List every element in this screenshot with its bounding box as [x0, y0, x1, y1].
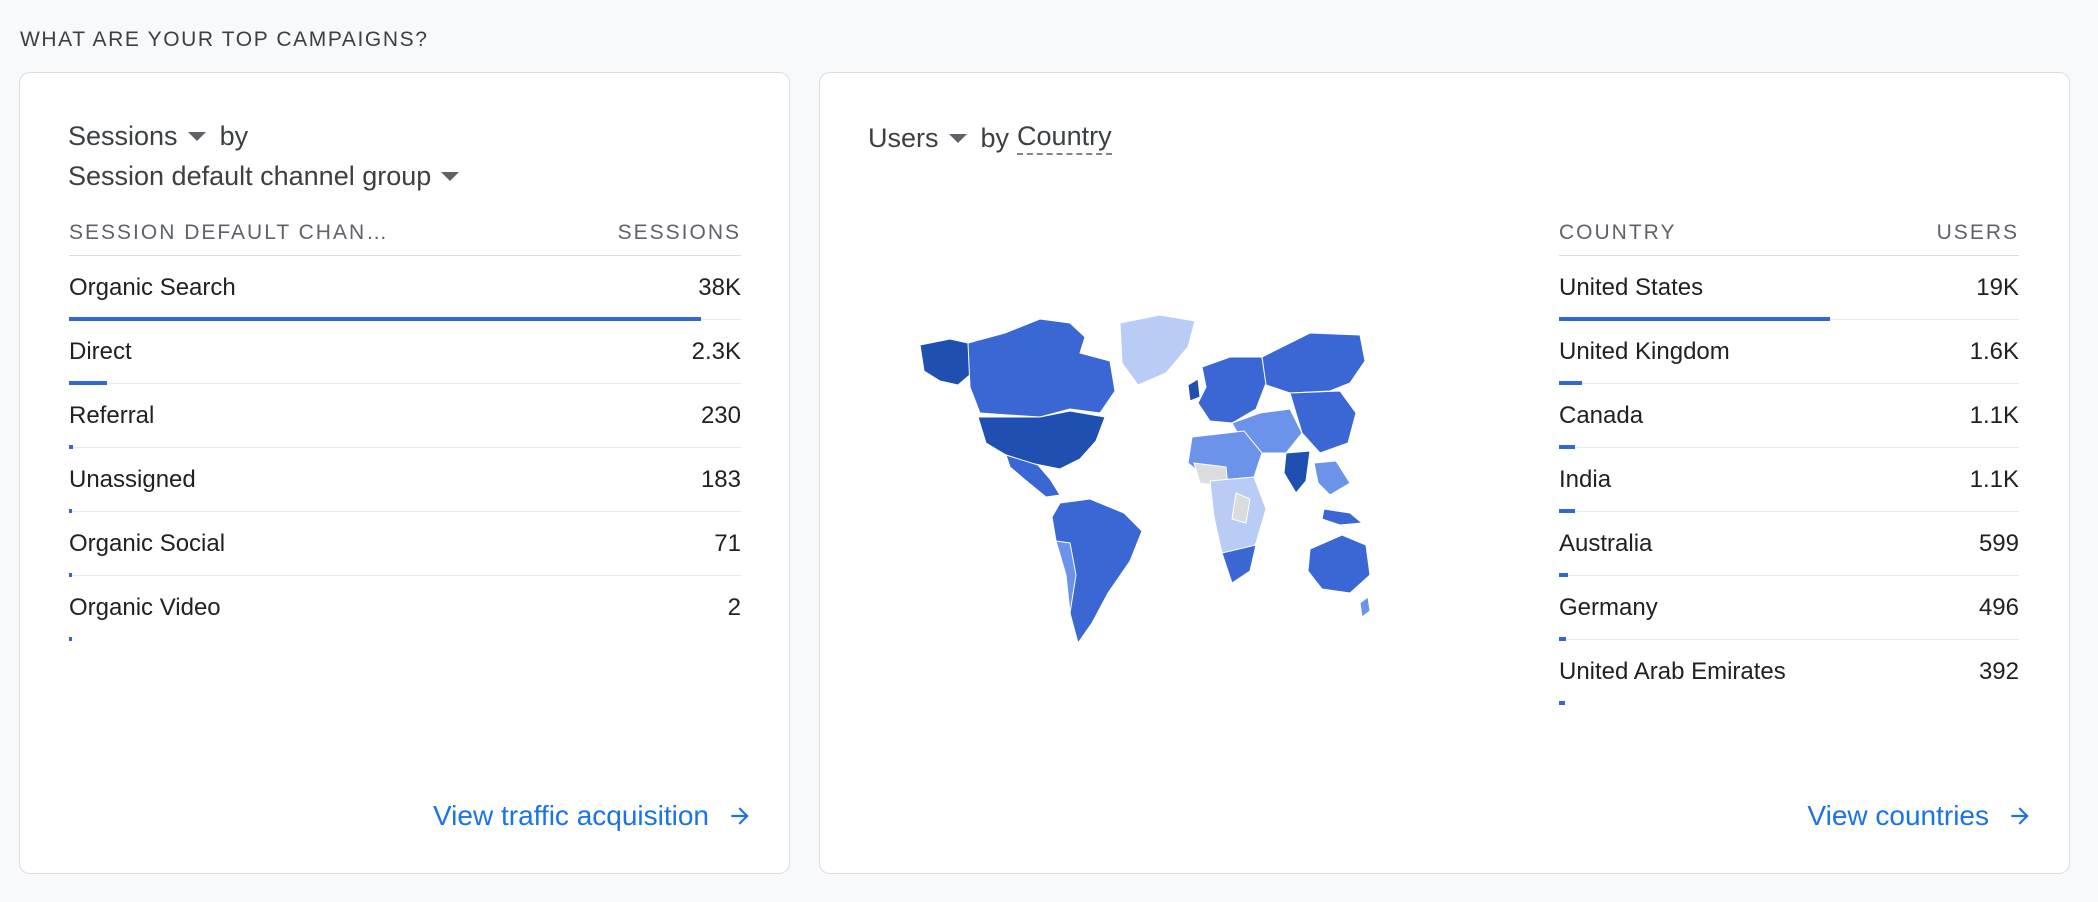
map-region-india: [1283, 450, 1311, 494]
column-header-country[interactable]: COUNTRY: [1559, 221, 1676, 245]
table-row[interactable]: Canada 1.1K: [1559, 384, 2019, 449]
map-region-russia: [1261, 332, 1366, 394]
row-value: 19K: [1976, 273, 2019, 301]
caret-down-icon: [948, 133, 967, 143]
row-value: 38K: [698, 273, 741, 301]
row-value: 1.1K: [1969, 465, 2019, 493]
table-row[interactable]: Organic Video 2: [69, 576, 741, 641]
map-region-indonesia: [1321, 508, 1364, 526]
row-value: 2.3K: [691, 337, 741, 365]
country-table: COUNTRY USERS United States 19K United Kin…: [1559, 211, 2019, 705]
row-label: Organic Search: [69, 273, 236, 301]
map-region-uk: [1187, 378, 1201, 402]
row-value: 599: [1978, 529, 2019, 557]
metric-label: Users: [868, 122, 939, 153]
table-header: COUNTRY USERS: [1559, 211, 2019, 256]
row-label: Direct: [69, 337, 132, 365]
row-value: 1.6K: [1969, 337, 2019, 365]
channel-table: SESSION DEFAULT CHAN… SESSIONS Organic S…: [69, 211, 741, 641]
map-region-alaska: [919, 338, 973, 386]
row-label: India: [1559, 465, 1612, 493]
table-row[interactable]: Organic Search 38K: [69, 256, 741, 321]
metric-dropdown[interactable]: Sessions: [68, 121, 220, 152]
row-label: Unassigned: [69, 465, 196, 493]
view-traffic-acquisition-link[interactable]: View traffic acquisition: [433, 800, 753, 832]
dimension-label: Session default channel group: [68, 161, 432, 191]
arrow-right-icon: [2011, 807, 2029, 825]
row-value: 392: [1978, 657, 2019, 685]
table-row[interactable]: Germany 496: [1559, 576, 2019, 641]
world-map[interactable]: [910, 313, 1370, 658]
row-value: 496: [1978, 593, 2019, 621]
map-region-canada: [967, 318, 1116, 418]
by-label: by: [980, 122, 1010, 153]
column-header-users[interactable]: USERS: [1937, 221, 2019, 245]
row-value: 230: [700, 401, 741, 429]
map-region-east-asia: [1289, 390, 1357, 454]
row-label: Canada: [1559, 401, 1644, 429]
row-value: 2: [727, 593, 741, 621]
metric-selector-row: Users by Country: [868, 121, 1112, 155]
sessions-by-channel-card: Sessions by Session default channel grou…: [19, 72, 790, 874]
view-countries-link[interactable]: View countries: [1807, 800, 2033, 832]
users-by-country-card: Users by Country COUNTRY USERS United St…: [819, 72, 2070, 874]
metric-dropdown[interactable]: Users: [868, 123, 981, 154]
row-label: Germany: [1559, 593, 1658, 621]
table-row[interactable]: United Arab Emirates 392: [1559, 640, 2019, 705]
row-share-bar: [69, 637, 72, 641]
row-share-bar: [1559, 701, 1565, 705]
column-header-sessions[interactable]: SESSIONS: [618, 221, 741, 245]
row-label: Referral: [69, 401, 155, 429]
caret-down-icon: [187, 132, 206, 141]
table-row[interactable]: Organic Social 71: [69, 512, 741, 577]
row-label: United States: [1559, 273, 1704, 301]
table-row[interactable]: Direct 2.3K: [69, 320, 741, 385]
dimension-label[interactable]: Country: [1017, 121, 1112, 155]
map-region-se-asia: [1313, 460, 1351, 496]
metric-label: Sessions: [68, 121, 178, 151]
metric-selector-row: Sessions by: [68, 121, 248, 152]
table-row[interactable]: Unassigned 183: [69, 448, 741, 513]
row-label: Organic Social: [69, 529, 226, 557]
row-value: 1.1K: [1969, 401, 2019, 429]
dimension-dropdown[interactable]: Session default channel group: [68, 161, 473, 192]
row-label: Australia: [1559, 529, 1653, 557]
row-label: Organic Video: [69, 593, 221, 621]
by-label: by: [219, 121, 249, 151]
link-label: View countries: [1807, 800, 1989, 831]
row-label: United Arab Emirates: [1559, 657, 1786, 685]
arrow-right-icon: [731, 807, 749, 825]
row-label: United Kingdom: [1559, 337, 1730, 365]
caret-down-icon: [441, 172, 460, 181]
map-region-australia: [1307, 534, 1370, 594]
row-value: 71: [714, 529, 741, 557]
map-region-new-zealand: [1359, 596, 1370, 618]
column-header-channel[interactable]: SESSION DEFAULT CHAN…: [69, 221, 389, 245]
map-region-europe: [1197, 356, 1267, 424]
link-label: View traffic acquisition: [433, 800, 709, 831]
table-row[interactable]: Australia 599: [1559, 512, 2019, 577]
map-region-greenland: [1119, 314, 1196, 386]
row-value: 183: [700, 465, 741, 493]
table-row[interactable]: India 1.1K: [1559, 448, 2019, 513]
table-row[interactable]: Referral 230: [69, 384, 741, 449]
table-row[interactable]: United States 19K: [1559, 256, 2019, 321]
table-header: SESSION DEFAULT CHAN… SESSIONS: [69, 211, 741, 256]
map-region-usa: [977, 410, 1106, 470]
section-title: WHAT ARE YOUR TOP CAMPAIGNS?: [20, 28, 429, 51]
table-row[interactable]: United Kingdom 1.6K: [1559, 320, 2019, 385]
